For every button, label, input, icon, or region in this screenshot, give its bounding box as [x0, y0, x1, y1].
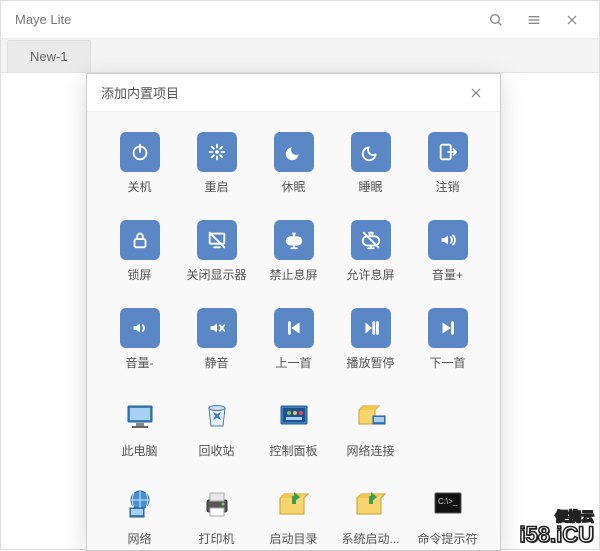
- item-hibernate[interactable]: 休眠: [257, 132, 330, 210]
- item-network[interactable]: 网络: [103, 484, 176, 550]
- svg-text:C:\>_: C:\>_: [438, 497, 458, 506]
- tab-new-1[interactable]: New-1: [7, 40, 91, 72]
- printers-icon: [197, 484, 237, 524]
- monitor-off-icon: [197, 220, 237, 260]
- item-label: 启动目录: [269, 530, 317, 547]
- item-label: 下一首: [429, 354, 465, 371]
- item-play-pause[interactable]: 播放暂停: [334, 308, 407, 386]
- item-startup-folder[interactable]: 启动目录: [257, 484, 330, 550]
- control-panel-icon: [274, 396, 314, 436]
- item-label: 重启: [204, 178, 228, 195]
- dialog-close-button[interactable]: [460, 77, 492, 109]
- item-label: 上一首: [275, 354, 311, 371]
- item-label: 音量+: [432, 266, 463, 283]
- item-label: 此电脑: [121, 442, 157, 459]
- logoff-icon: [428, 132, 468, 172]
- no-idle-icon: [274, 220, 314, 260]
- item-label: 禁止息屏: [269, 266, 317, 283]
- system-startup-icon: [351, 484, 391, 524]
- titlebar: Maye Lite: [1, 1, 599, 39]
- item-restart[interactable]: 重启: [180, 132, 253, 210]
- item-label: 休眠: [281, 178, 305, 195]
- items-grid: 关机 重启 休眠 睡眠 注销锁屏 关闭显示器 禁止息屏 允许息屏 音量+ 音量- 静音 上一首 播放暂停…: [87, 112, 500, 550]
- dialog-title: 添加内置项目: [101, 83, 460, 102]
- item-label: 关闭显示器: [186, 266, 246, 283]
- watermark: 便携云 i58.iCU: [519, 512, 594, 548]
- vol-up-icon: [428, 220, 468, 260]
- play-pause-icon: [351, 308, 391, 348]
- cmd-icon: C:\>_: [428, 484, 468, 524]
- close-button[interactable]: [553, 1, 591, 39]
- dialog-header: 添加内置项目: [87, 74, 500, 112]
- recycle-bin-icon: [197, 396, 237, 436]
- content-area: 添加内置项目 关机 重启 休眠 睡眠 注销锁屏 关闭显示器 禁止息屏 允许息屏 音量+ 音量- 静音…: [1, 73, 599, 549]
- item-label: 命令提示符: [417, 530, 477, 547]
- item-monitor-off[interactable]: 关闭显示器: [180, 220, 253, 298]
- prev-track-icon: [274, 308, 314, 348]
- startup-folder-icon: [274, 484, 314, 524]
- sleep-icon: [351, 132, 391, 172]
- item-next-track[interactable]: 下一首: [411, 308, 484, 386]
- item-prev-track[interactable]: 上一首: [257, 308, 330, 386]
- mute-icon: [197, 308, 237, 348]
- network-icon: [120, 484, 160, 524]
- lock-icon: [120, 220, 160, 260]
- item-label: 关机: [127, 178, 151, 195]
- item-system-startup[interactable]: 系统启动...: [334, 484, 407, 550]
- item-this-pc[interactable]: 此电脑: [103, 396, 176, 474]
- item-vol-down[interactable]: 音量-: [103, 308, 176, 386]
- this-pc-icon: [120, 396, 160, 436]
- network-connections-icon: [351, 396, 391, 436]
- item-label: 锁屏: [127, 266, 151, 283]
- item-allow-idle[interactable]: 允许息屏: [334, 220, 407, 298]
- shutdown-icon: [120, 132, 160, 172]
- item-label: 音量-: [126, 354, 154, 371]
- item-network-connections[interactable]: 网络连接: [334, 396, 407, 474]
- item-mute[interactable]: 静音: [180, 308, 253, 386]
- item-control-panel[interactable]: 控制面板: [257, 396, 330, 474]
- item-label: 允许息屏: [346, 266, 394, 283]
- search-button[interactable]: [477, 1, 515, 39]
- item-printers[interactable]: 打印机: [180, 484, 253, 550]
- item-logoff[interactable]: 注销: [411, 132, 484, 210]
- item-label: 控制面板: [269, 442, 317, 459]
- item-label: 静音: [204, 354, 228, 371]
- menu-button[interactable]: [515, 1, 553, 39]
- hibernate-icon: [274, 132, 314, 172]
- item-recycle-bin[interactable]: 回收站: [180, 396, 253, 474]
- item-lock[interactable]: 锁屏: [103, 220, 176, 298]
- next-track-icon: [428, 308, 468, 348]
- restart-icon: [197, 132, 237, 172]
- item-label: 网络: [127, 530, 151, 547]
- item-label: 打印机: [198, 530, 234, 547]
- item-vol-up[interactable]: 音量+: [411, 220, 484, 298]
- allow-idle-icon: [351, 220, 391, 260]
- window-title: Maye Lite: [15, 12, 477, 27]
- item-label: 系统启动...: [341, 530, 399, 547]
- item-label: 回收站: [198, 442, 234, 459]
- item-no-idle[interactable]: 禁止息屏: [257, 220, 330, 298]
- item-cmd[interactable]: C:\>_ 命令提示符: [411, 484, 484, 550]
- vol-down-icon: [120, 308, 160, 348]
- item-label: 播放暂停: [346, 354, 394, 371]
- item-shutdown[interactable]: 关机: [103, 132, 176, 210]
- main-window: Maye Lite New-1 添加内置项目 关机 重启 休眠 睡眠 注销锁屏 关闭显示器…: [0, 0, 600, 550]
- add-builtin-dialog: 添加内置项目 关机 重启 休眠 睡眠 注销锁屏 关闭显示器 禁止息屏 允许息屏 音量+ 音量- 静音…: [86, 73, 501, 551]
- item-label: 网络连接: [346, 442, 394, 459]
- item-sleep[interactable]: 睡眠: [334, 132, 407, 210]
- item-label: 注销: [435, 178, 459, 195]
- item-label: 睡眠: [358, 178, 382, 195]
- tabstrip: New-1: [1, 39, 599, 73]
